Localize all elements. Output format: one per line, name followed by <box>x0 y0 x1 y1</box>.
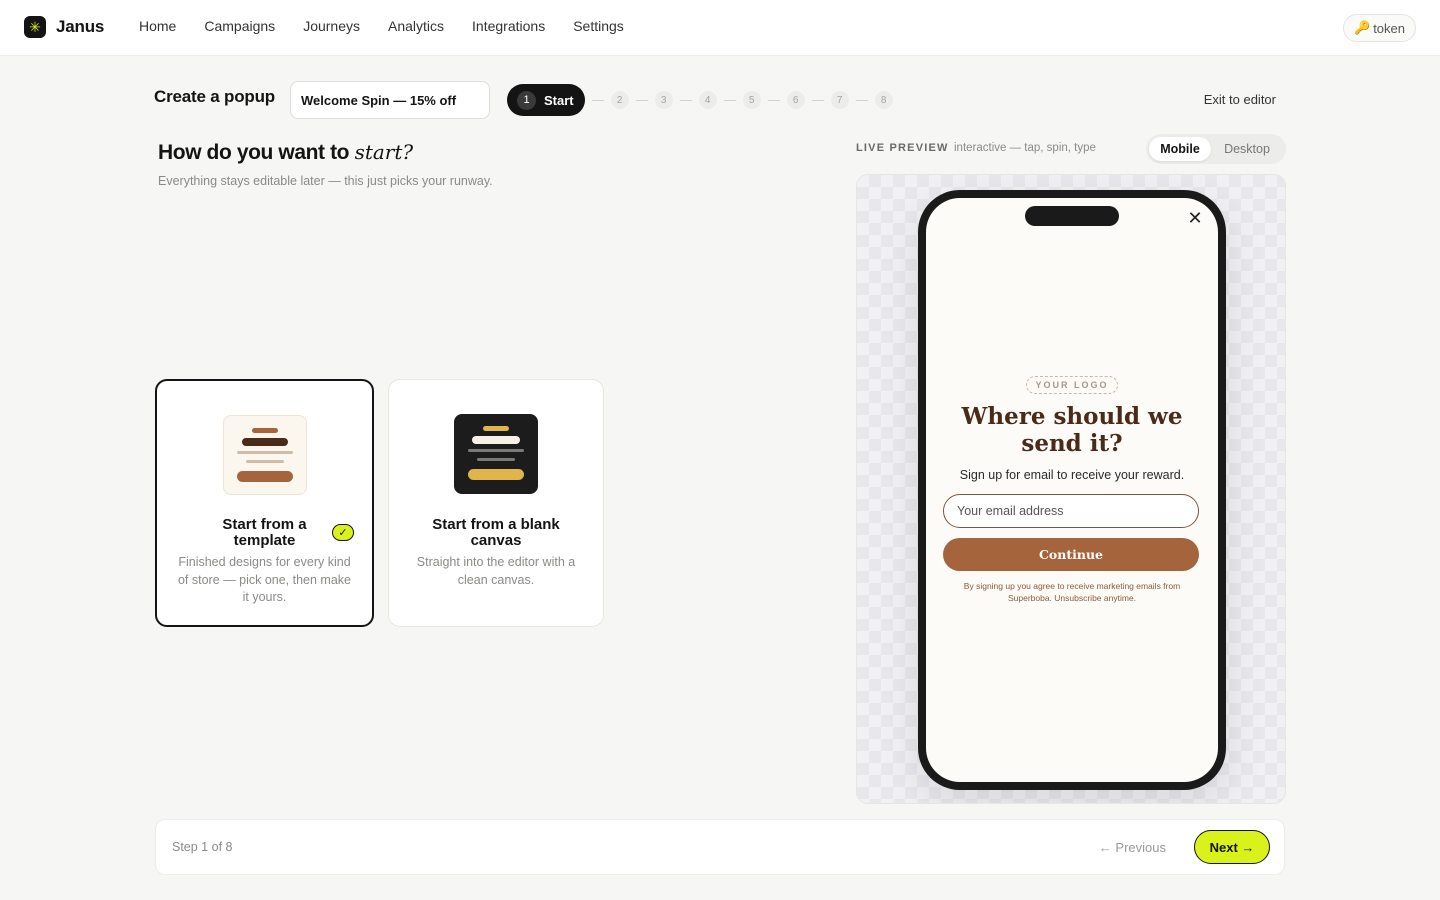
step-5[interactable]: 5 <box>742 91 761 109</box>
brand-logo-icon: ✳ <box>24 16 46 38</box>
popup-title: Where should we send it? <box>961 403 1183 457</box>
wizard-footer: Step 1 of 8 ← Previous Next → <box>155 819 1285 875</box>
legal-text: By signing up you agree to receive marke… <box>963 581 1181 603</box>
nav-link-analytics[interactable]: Analytics <box>388 18 444 34</box>
step-connector <box>635 99 648 101</box>
token-label: token <box>1373 20 1405 36</box>
preview-label: LIVE PREVIEW <box>856 142 949 154</box>
option-card-template[interactable]: Start from a template ✓ Finished designs… <box>155 379 374 627</box>
continue-button[interactable]: Continue <box>943 538 1199 571</box>
option-title: Start from a blank canvas <box>432 516 560 549</box>
popup-subtitle: Sign up for email to receive your reward… <box>959 468 1185 482</box>
exit-to-editor-link[interactable]: Exit to editor <box>1204 92 1276 107</box>
token-button[interactable]: 🔑 token <box>1343 14 1416 42</box>
step-connector <box>723 99 736 101</box>
blank-canvas-thumbnail-icon <box>454 414 538 494</box>
option-description: Straight into the editor with a clean ca… <box>416 555 576 587</box>
heading-emphasis: start? <box>354 140 414 164</box>
device-toggle: Mobile Desktop <box>1146 134 1286 164</box>
option-card-blank[interactable]: Start from a blank canvas Straight into … <box>388 379 604 627</box>
check-icon: ✓ <box>332 524 354 541</box>
step-number: 1 <box>517 90 536 110</box>
next-button[interactable]: Next → <box>1194 830 1270 864</box>
step-label: Start <box>544 92 574 108</box>
nav-link-journeys[interactable]: Journeys <box>303 18 360 34</box>
nav-link-home[interactable]: Home <box>139 18 176 34</box>
option-description: Finished designs for every kind of store… <box>177 555 351 604</box>
step-connector <box>855 99 868 101</box>
step-connector <box>811 99 824 101</box>
step-progress-text: Step 1 of 8 <box>172 840 233 854</box>
device-option-desktop[interactable]: Desktop <box>1211 137 1283 161</box>
step-6[interactable]: 6 <box>786 91 805 109</box>
brand[interactable]: ✳ Janus <box>24 16 104 38</box>
email-field[interactable] <box>943 494 1199 528</box>
close-icon[interactable]: ✕ <box>1186 208 1204 228</box>
preview-stage: ✕ YOUR LOGO Where should we send it? Sig… <box>856 174 1286 804</box>
popup-name-input[interactable] <box>290 81 490 119</box>
section-heading: How do you want to start? <box>158 140 413 165</box>
nav-link-settings[interactable]: Settings <box>573 18 624 34</box>
template-thumbnail-icon <box>222 415 307 495</box>
heading-text: How do you want to <box>158 141 350 164</box>
main-nav: Home Campaigns Journeys Analytics Integr… <box>139 18 624 34</box>
step-connector <box>767 99 780 101</box>
step-1-active[interactable]: 1 Start <box>507 84 585 116</box>
step-2[interactable]: 2 <box>610 91 629 109</box>
logo-placeholder: YOUR LOGO <box>1026 376 1118 394</box>
device-option-mobile[interactable]: Mobile <box>1149 137 1211 161</box>
section-subheading: Everything stays editable later — this j… <box>158 174 493 188</box>
step-4[interactable]: 4 <box>698 91 717 109</box>
phone-notch <box>1025 206 1119 226</box>
top-nav: ✳ Janus Home Campaigns Journeys Analytic… <box>0 0 1440 56</box>
brand-name: Janus <box>56 17 105 36</box>
step-8[interactable]: 8 <box>874 91 893 109</box>
phone-frame: ✕ YOUR LOGO Where should we send it? Sig… <box>918 190 1226 790</box>
wizard-stepper: 1 Start 2 3 4 5 6 7 8 <box>507 84 893 116</box>
previous-button[interactable]: ← Previous <box>1099 840 1166 855</box>
step-connector <box>679 99 692 101</box>
key-icon: 🔑 <box>1354 20 1371 35</box>
phone-screen: ✕ YOUR LOGO Where should we send it? Sig… <box>926 198 1218 782</box>
step-3[interactable]: 3 <box>654 91 673 109</box>
nav-link-campaigns[interactable]: Campaigns <box>204 18 275 34</box>
page-title: Create a popup <box>154 87 275 106</box>
step-connector <box>591 99 604 101</box>
step-7[interactable]: 7 <box>830 91 849 109</box>
preview-hint: interactive — tap, spin, type <box>954 142 1096 154</box>
nav-link-integrations[interactable]: Integrations <box>472 18 545 34</box>
